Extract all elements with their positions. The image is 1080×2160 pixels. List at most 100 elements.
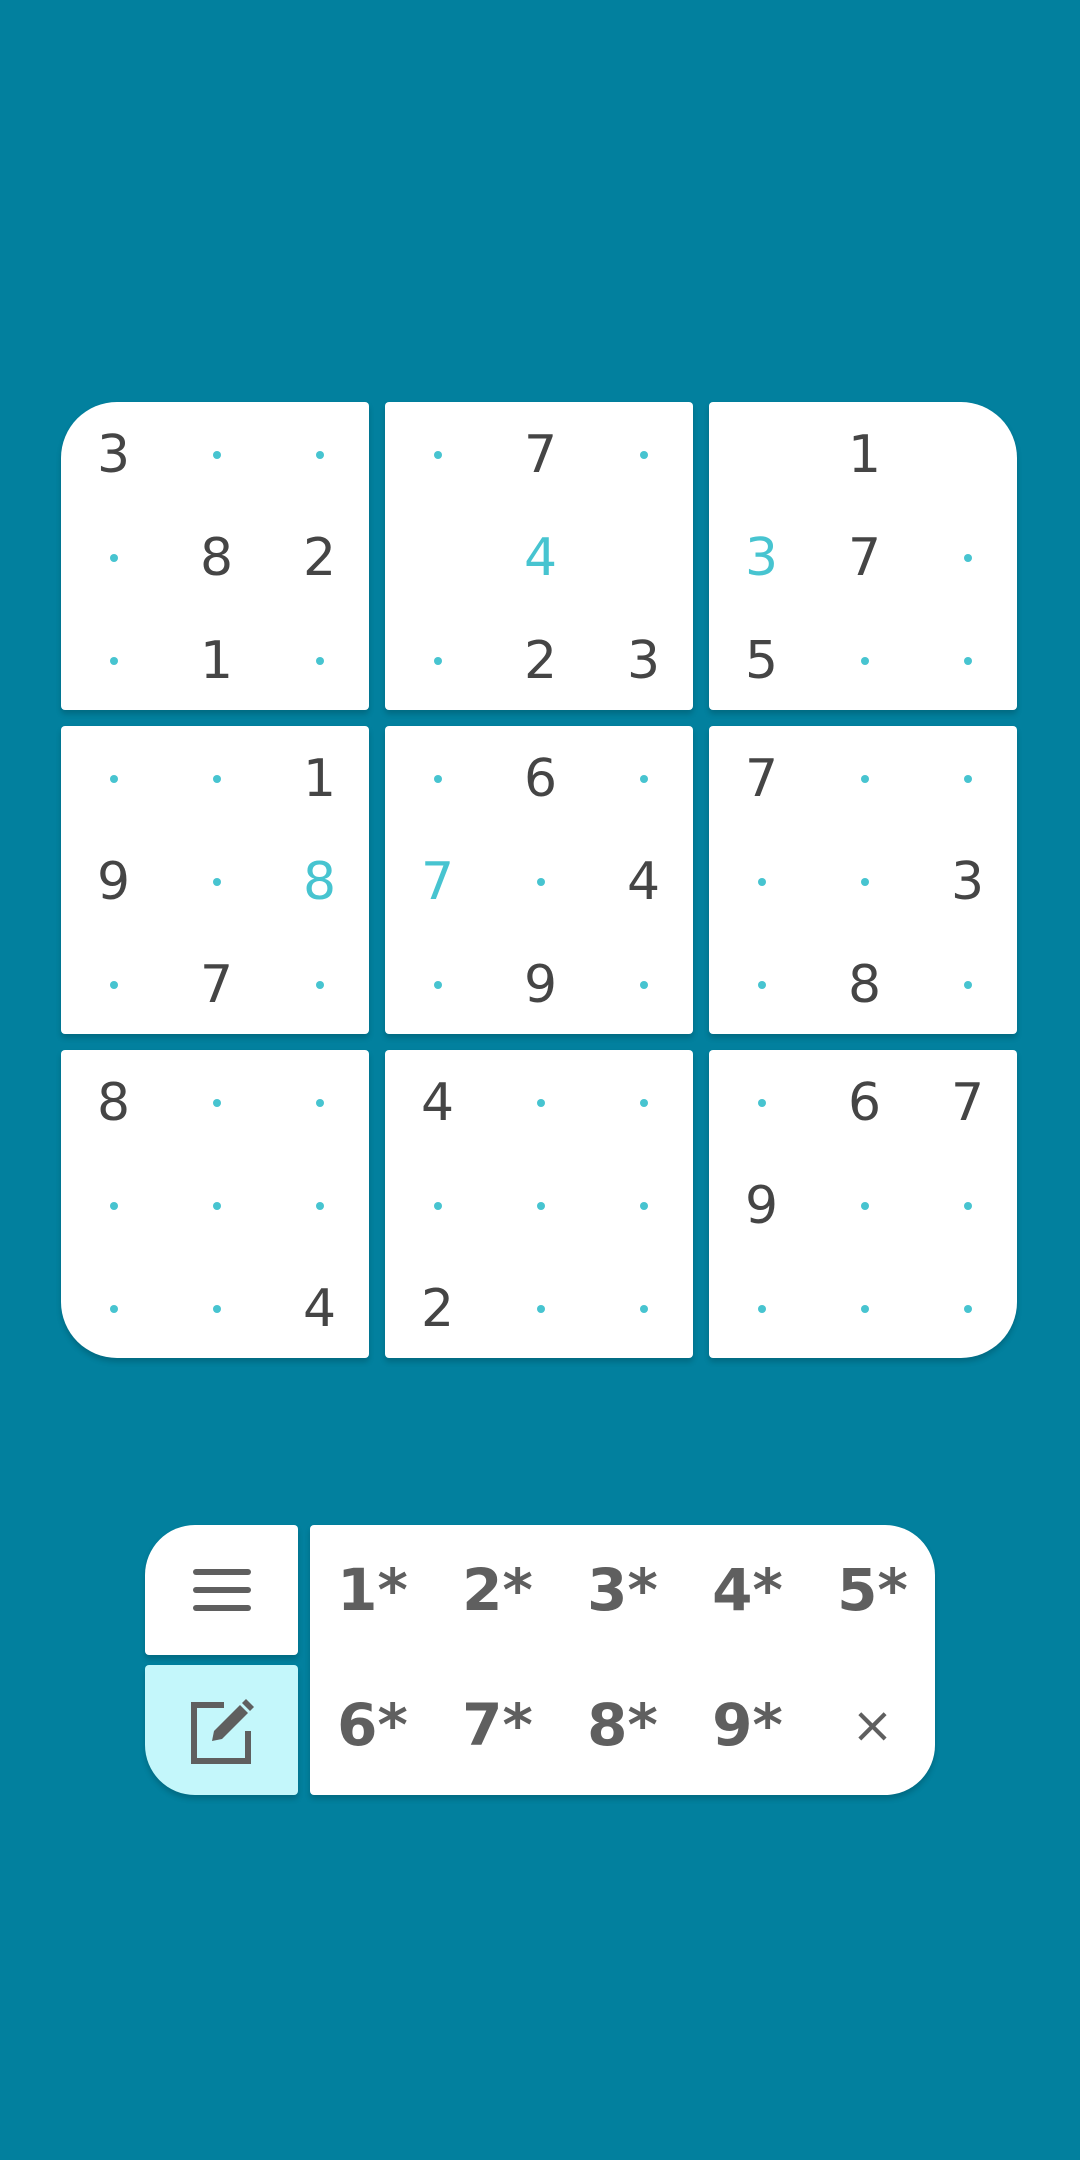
sudoku-cell[interactable] xyxy=(165,1051,268,1154)
sudoku-cell[interactable] xyxy=(386,1154,489,1257)
sudoku-cell[interactable]: 7 xyxy=(489,403,592,506)
sudoku-cell[interactable] xyxy=(62,506,165,609)
sudoku-cell[interactable]: 9 xyxy=(489,933,592,1036)
sudoku-cell[interactable] xyxy=(489,1257,592,1360)
sudoku-cell[interactable] xyxy=(813,727,916,830)
digit-key-6[interactable]: 6* xyxy=(310,1660,435,1790)
sudoku-cell[interactable]: 7 xyxy=(386,830,489,933)
digit-key-3[interactable]: 3* xyxy=(560,1525,685,1655)
sudoku-cell[interactable] xyxy=(710,1257,813,1360)
hamburger-menu-icon xyxy=(192,1569,251,1611)
sudoku-cell[interactable] xyxy=(165,1257,268,1360)
sudoku-cell[interactable] xyxy=(592,1154,695,1257)
sudoku-cell[interactable] xyxy=(916,727,1019,830)
sudoku-cell[interactable] xyxy=(916,403,1019,506)
sudoku-cell[interactable] xyxy=(62,1257,165,1360)
sudoku-cell[interactable]: 3 xyxy=(592,609,695,712)
sudoku-cell[interactable]: 5 xyxy=(710,609,813,712)
sudoku-cell[interactable] xyxy=(268,609,371,712)
menu-button[interactable] xyxy=(145,1525,298,1655)
digit-key-1[interactable]: 1* xyxy=(310,1525,435,1655)
sudoku-cell[interactable] xyxy=(916,933,1019,1036)
digit-key-2[interactable]: 2* xyxy=(435,1525,560,1655)
sudoku-cell[interactable]: 1 xyxy=(268,727,371,830)
sudoku-cell[interactable] xyxy=(165,403,268,506)
sudoku-cell[interactable]: 9 xyxy=(62,830,165,933)
clear-key[interactable]: × xyxy=(810,1660,935,1790)
sudoku-cell[interactable] xyxy=(386,933,489,1036)
sudoku-cell[interactable] xyxy=(386,403,489,506)
sudoku-box: 42 xyxy=(385,1050,693,1358)
sudoku-cell[interactable] xyxy=(386,506,489,609)
sudoku-cell[interactable] xyxy=(592,1257,695,1360)
sudoku-cell[interactable]: 9 xyxy=(710,1154,813,1257)
sudoku-cell[interactable] xyxy=(62,1154,165,1257)
sudoku-cell[interactable] xyxy=(165,727,268,830)
sudoku-box: 679 xyxy=(709,1050,1017,1358)
sudoku-cell[interactable] xyxy=(489,1051,592,1154)
sudoku-cell[interactable]: 7 xyxy=(916,1051,1019,1154)
sudoku-cell[interactable]: 8 xyxy=(62,1051,165,1154)
sudoku-cell[interactable] xyxy=(813,830,916,933)
sudoku-cell[interactable] xyxy=(62,609,165,712)
sudoku-cell[interactable] xyxy=(268,1154,371,1257)
sudoku-cell[interactable]: 7 xyxy=(813,506,916,609)
sudoku-cell[interactable] xyxy=(592,1051,695,1154)
sudoku-box: 84 xyxy=(61,1050,369,1358)
sudoku-cell[interactable]: 8 xyxy=(165,506,268,609)
sudoku-cell[interactable]: 8 xyxy=(813,933,916,1036)
digit-key-8[interactable]: 8* xyxy=(560,1660,685,1790)
digit-key-4[interactable]: 4* xyxy=(685,1525,810,1655)
sudoku-cell[interactable] xyxy=(710,933,813,1036)
sudoku-cell[interactable] xyxy=(916,506,1019,609)
digit-key-7[interactable]: 7* xyxy=(435,1660,560,1790)
pencil-mode-button[interactable] xyxy=(145,1665,298,1795)
sudoku-cell[interactable]: 6 xyxy=(813,1051,916,1154)
sudoku-cell[interactable] xyxy=(916,609,1019,712)
sudoku-cell[interactable]: 4 xyxy=(489,506,592,609)
sudoku-cell[interactable] xyxy=(489,1154,592,1257)
sudoku-cell[interactable]: 6 xyxy=(489,727,592,830)
sudoku-cell[interactable] xyxy=(268,403,371,506)
sudoku-cell[interactable] xyxy=(592,727,695,830)
sudoku-cell[interactable] xyxy=(62,933,165,1036)
digit-key-5[interactable]: 5* xyxy=(810,1525,935,1655)
sudoku-cell[interactable] xyxy=(592,506,695,609)
sudoku-cell[interactable] xyxy=(813,1154,916,1257)
keypad: 1* 2* 3* 4* 5* 6* 7* 8* 9* × xyxy=(145,1525,935,1795)
sudoku-cell[interactable] xyxy=(813,1257,916,1360)
sudoku-cell[interactable]: 3 xyxy=(710,506,813,609)
sudoku-cell[interactable]: 2 xyxy=(268,506,371,609)
sudoku-cell[interactable]: 3 xyxy=(62,403,165,506)
sudoku-cell[interactable] xyxy=(710,830,813,933)
sudoku-board: 382174231375198767497388442679 xyxy=(61,402,1017,1358)
sudoku-cell[interactable] xyxy=(62,727,165,830)
sudoku-cell[interactable] xyxy=(165,1154,268,1257)
sudoku-cell[interactable]: 7 xyxy=(165,933,268,1036)
sudoku-cell[interactable]: 2 xyxy=(489,609,592,712)
sudoku-cell[interactable] xyxy=(916,1257,1019,1360)
sudoku-cell[interactable] xyxy=(165,830,268,933)
sudoku-cell[interactable]: 8 xyxy=(268,830,371,933)
sudoku-cell[interactable] xyxy=(386,609,489,712)
sudoku-cell[interactable] xyxy=(386,727,489,830)
sudoku-cell[interactable]: 2 xyxy=(386,1257,489,1360)
sudoku-cell[interactable] xyxy=(710,1051,813,1154)
sudoku-cell[interactable] xyxy=(916,1154,1019,1257)
sudoku-cell[interactable]: 1 xyxy=(813,403,916,506)
sudoku-box: 3821 xyxy=(61,402,369,710)
sudoku-cell[interactable]: 4 xyxy=(386,1051,489,1154)
sudoku-cell[interactable] xyxy=(268,1051,371,1154)
sudoku-cell[interactable]: 4 xyxy=(592,830,695,933)
sudoku-cell[interactable] xyxy=(592,933,695,1036)
sudoku-cell[interactable]: 7 xyxy=(710,727,813,830)
sudoku-cell[interactable] xyxy=(710,403,813,506)
sudoku-cell[interactable]: 4 xyxy=(268,1257,371,1360)
sudoku-cell[interactable] xyxy=(592,403,695,506)
sudoku-cell[interactable]: 3 xyxy=(916,830,1019,933)
sudoku-cell[interactable] xyxy=(489,830,592,933)
sudoku-cell[interactable]: 1 xyxy=(165,609,268,712)
sudoku-cell[interactable] xyxy=(268,933,371,1036)
sudoku-cell[interactable] xyxy=(813,609,916,712)
digit-key-9[interactable]: 9* xyxy=(685,1660,810,1790)
